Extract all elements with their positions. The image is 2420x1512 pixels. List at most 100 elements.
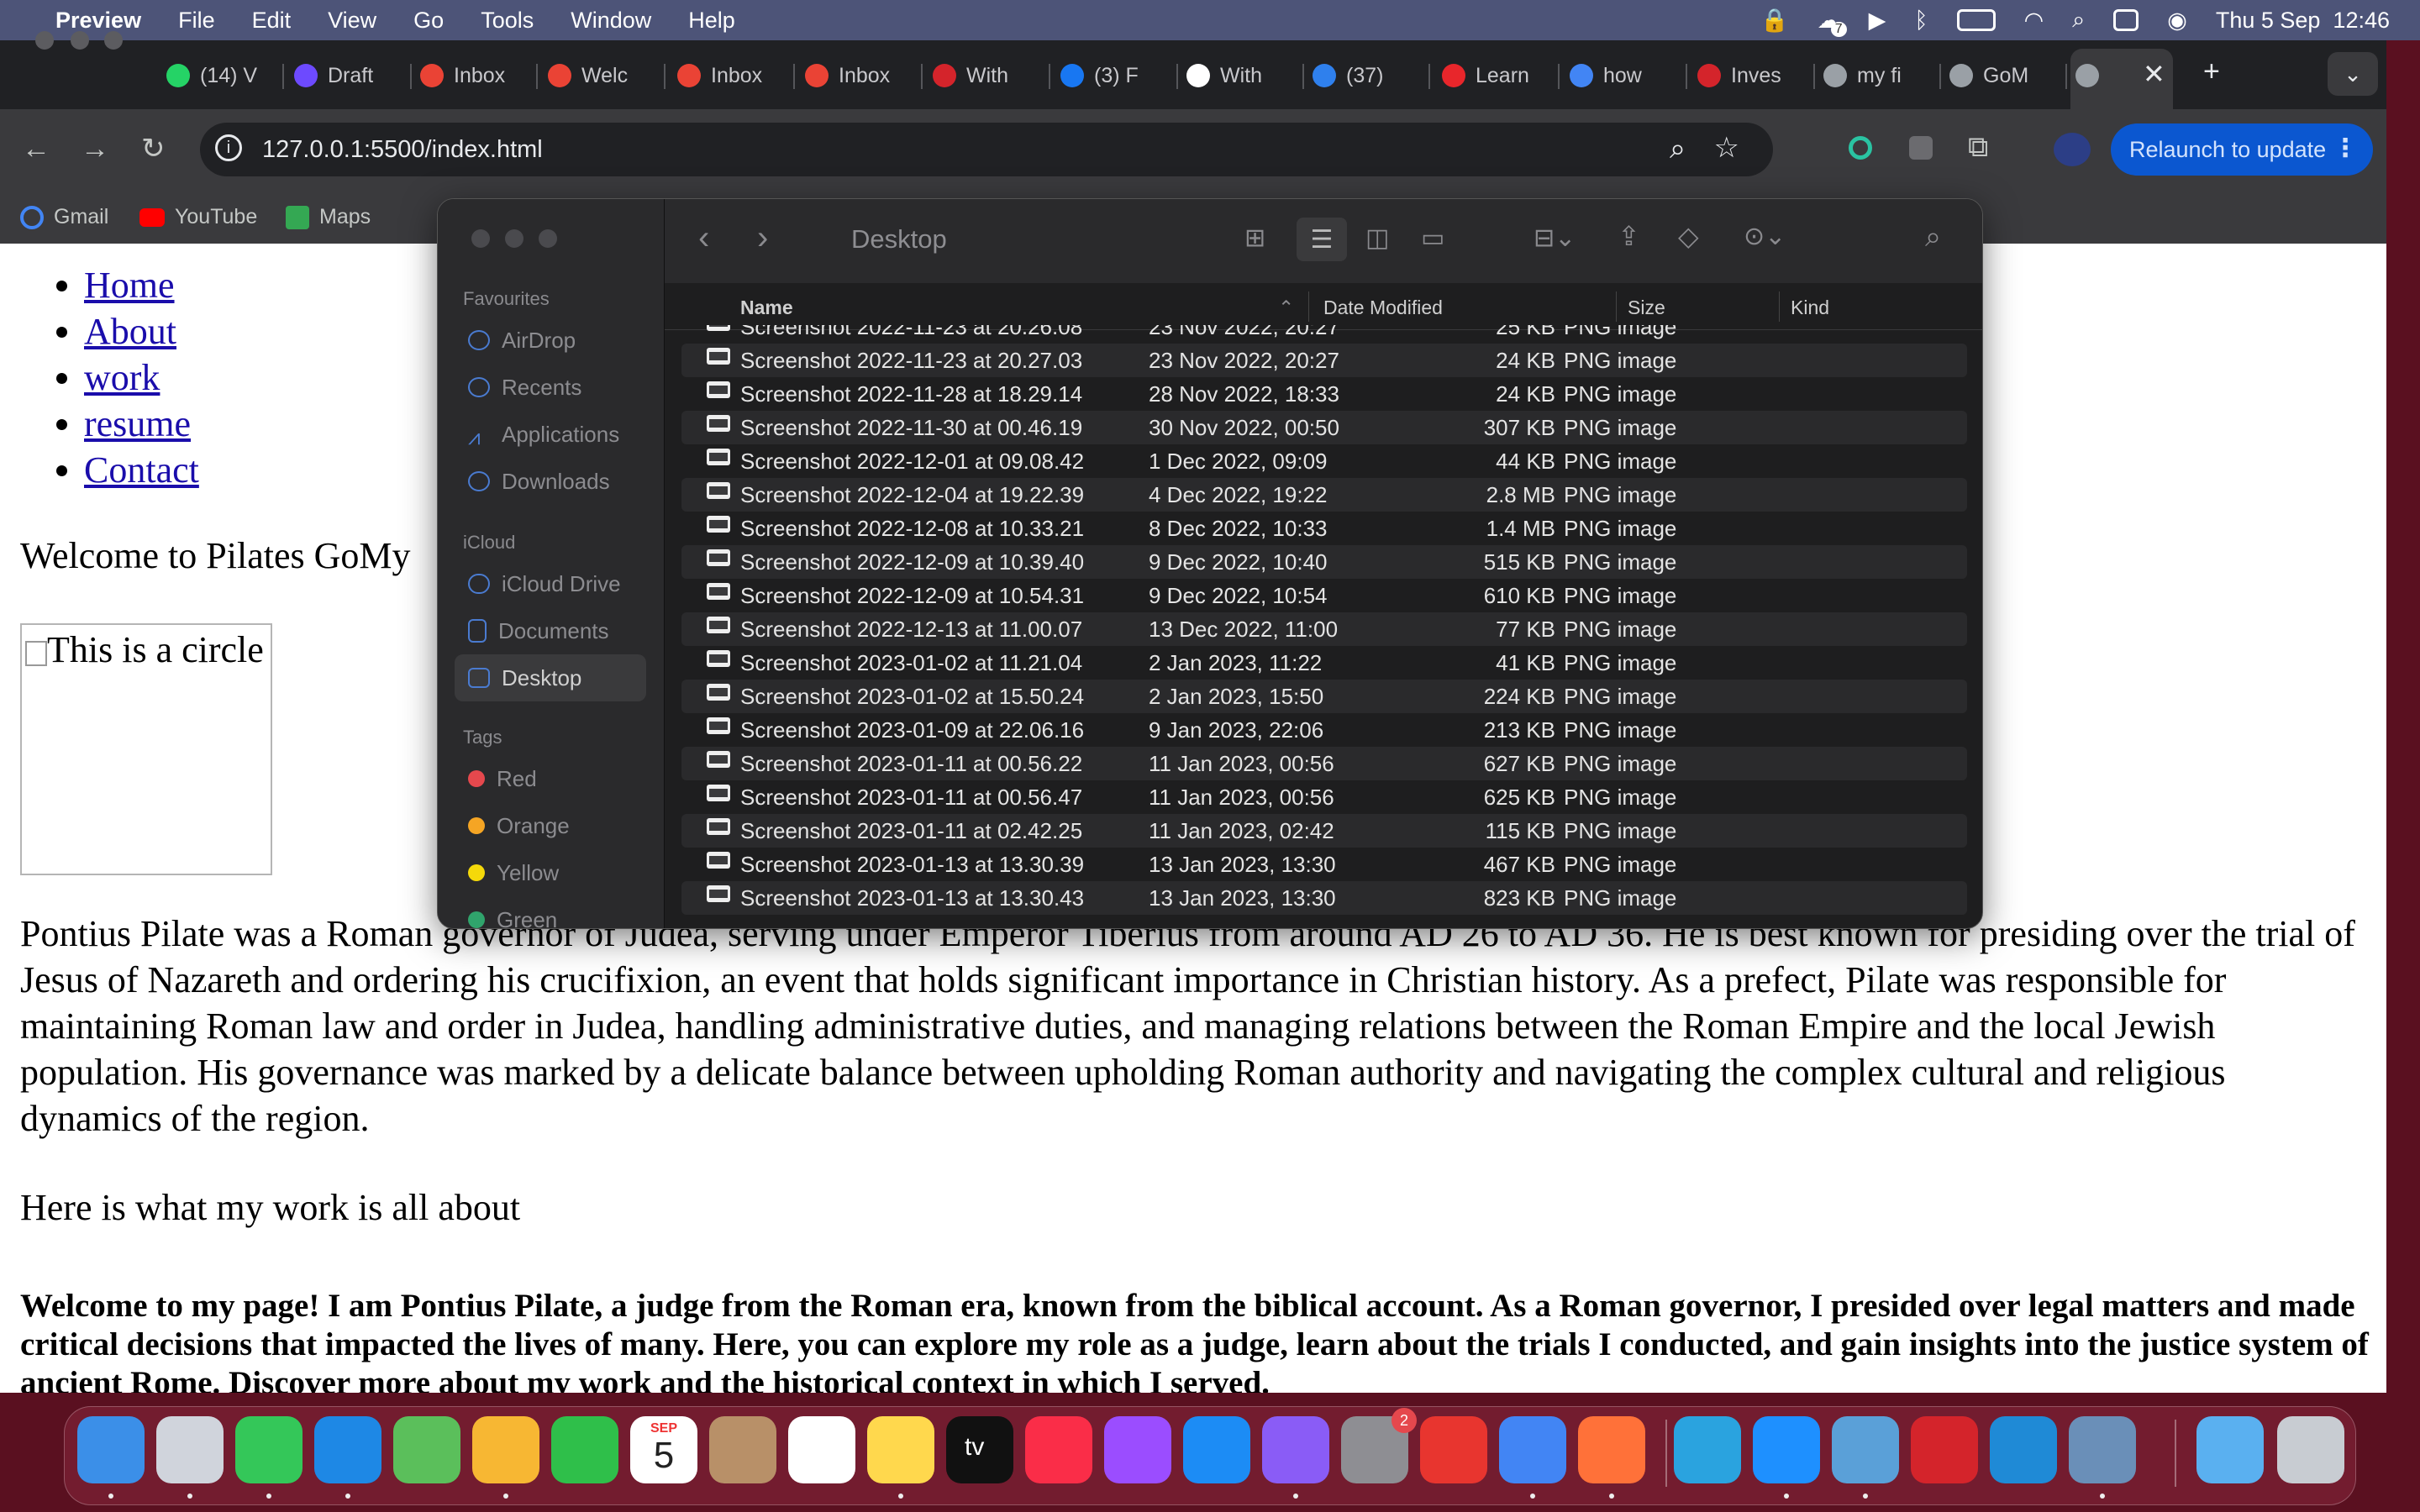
file-row[interactable]: Screenshot 2023-01-02 at 11.21.04 2 Jan 2…: [681, 646, 1967, 680]
wps-icon[interactable]: [1420, 1416, 1487, 1483]
calendar-icon[interactable]: SEP 5: [630, 1416, 697, 1483]
minimize-window-button[interactable]: [71, 31, 89, 50]
maps-icon[interactable]: [393, 1416, 460, 1483]
extensions-puzzle-icon[interactable]: ⧉: [1968, 133, 1988, 161]
finder-search-icon[interactable]: ⌕: [1925, 223, 1941, 251]
reminders-icon[interactable]: [788, 1416, 855, 1483]
sidebar-tag-red[interactable]: Red: [455, 755, 646, 802]
launchpad-icon[interactable]: [156, 1416, 224, 1483]
more-menu-icon[interactable]: ⋮: [2333, 134, 2358, 163]
column-divider[interactable]: [1779, 291, 1780, 322]
battery-icon[interactable]: [1956, 9, 1996, 31]
tab-6[interactable]: With: [933, 59, 1034, 92]
facetime-icon[interactable]: [551, 1416, 618, 1483]
finder-close-button[interactable]: [471, 229, 490, 248]
column-view-icon[interactable]: ◫: [1365, 226, 1389, 251]
chrome-icon[interactable]: [1499, 1416, 1566, 1483]
file-row[interactable]: Screenshot 2022-11-28 at 18.29.14 28 Nov …: [681, 377, 1967, 411]
file-row[interactable]: Screenshot 2022-12-09 at 10.54.31 9 Dec 2…: [681, 579, 1967, 612]
bookmark-star-icon[interactable]: ☆: [1714, 131, 1739, 165]
relaunch-update-button[interactable]: Relaunch to update ⋮: [2111, 123, 2373, 176]
finder-back-icon[interactable]: ‹: [698, 221, 709, 255]
preview-icon[interactable]: [2069, 1416, 2136, 1483]
bluetooth-icon[interactable]: ᛒ: [1914, 8, 1928, 34]
column-date-modified[interactable]: Date Modified: [1323, 297, 1443, 319]
tab-0[interactable]: (14) V: [166, 59, 267, 92]
music-icon[interactable]: [1025, 1416, 1092, 1483]
app-name-menu[interactable]: Preview: [37, 8, 160, 34]
messenger-icon[interactable]: [1262, 1416, 1329, 1483]
file-row[interactable]: Screenshot 2023-01-13 at 13.30.39 13 Jan …: [681, 848, 1967, 881]
cloud-icon[interactable]: ☁ 7: [1818, 8, 1847, 37]
sidebar-item-downloads[interactable]: Downloads: [455, 458, 646, 505]
search-icon[interactable]: ⌕: [2072, 7, 2085, 34]
file-row[interactable]: Screenshot 2023-01-11 at 00.56.47 11 Jan …: [681, 780, 1967, 814]
gallery-view-icon[interactable]: ▭: [1421, 226, 1444, 251]
trash-icon[interactable]: [2277, 1416, 2344, 1483]
finder-forward-icon[interactable]: ›: [757, 221, 768, 255]
bookmark-gmail[interactable]: Gmail: [20, 205, 108, 229]
tab-9[interactable]: (37): [1313, 59, 1413, 92]
tab-15[interactable]: (: [2075, 59, 2109, 92]
mail-icon[interactable]: [314, 1416, 381, 1483]
contacts-icon[interactable]: [709, 1416, 776, 1483]
vscode-icon[interactable]: [1990, 1416, 2057, 1483]
share-icon[interactable]: ⇪: [1618, 223, 1640, 249]
file-row[interactable]: Screenshot 2022-11-30 at 00.46.19 30 Nov …: [681, 411, 1967, 444]
site-info-icon[interactable]: i: [215, 134, 242, 161]
menu-window[interactable]: Window: [552, 8, 670, 34]
nav-link-about[interactable]: About: [84, 311, 176, 352]
forward-icon[interactable]: →: [81, 134, 109, 163]
profile-avatar[interactable]: [2054, 133, 2091, 166]
reload-icon[interactable]: ↻: [141, 134, 166, 163]
sidebar-item-airdrop[interactable]: AirDrop: [455, 317, 646, 364]
finder-icon[interactable]: [77, 1416, 145, 1483]
sidebar-tag-orange[interactable]: Orange: [455, 802, 646, 849]
tab-12[interactable]: Inves: [1697, 59, 1798, 92]
back-icon[interactable]: ←: [22, 134, 50, 163]
tag-icon[interactable]: ◇: [1678, 223, 1699, 249]
file-row[interactable]: Screenshot 2022-11-23 at 20.26.08 23 Nov …: [681, 325, 1967, 344]
tab-search-chevron-icon[interactable]: ⌄: [2328, 52, 2378, 96]
file-row[interactable]: Screenshot 2022-12-13 at 11.00.07 13 Dec …: [681, 612, 1967, 646]
icon-view-icon[interactable]: ⊞: [1244, 226, 1265, 251]
tab-14[interactable]: GoM: [1949, 59, 2050, 92]
file-row[interactable]: Screenshot 2023-01-09 at 22.06.16 9 Jan 2…: [681, 713, 1967, 747]
sort-chevron-icon[interactable]: ⌃: [1278, 297, 1294, 319]
photos-icon[interactable]: [472, 1416, 539, 1483]
tab-10[interactable]: Learn: [1442, 59, 1543, 92]
url-text[interactable]: 127.0.0.1:5500/index.html: [262, 136, 543, 164]
extension-lock-icon[interactable]: [1909, 136, 1933, 160]
address-bar[interactable]: i 127.0.0.1:5500/index.html ⌕ ☆: [200, 123, 1773, 176]
zoom-window-button[interactable]: [104, 31, 123, 50]
tab-5[interactable]: Inbox: [805, 59, 906, 92]
messages-icon[interactable]: [235, 1416, 302, 1483]
tab-13[interactable]: my fi: [1823, 59, 1924, 92]
file-row[interactable]: Screenshot 2022-12-09 at 10.39.40 9 Dec 2…: [681, 545, 1967, 579]
tab-7[interactable]: (3) F: [1060, 59, 1161, 92]
tab-11[interactable]: how: [1570, 59, 1670, 92]
close-tab-icon[interactable]: ✕: [2143, 60, 2165, 87]
sidebar-item-recents[interactable]: Recents: [455, 364, 646, 411]
nav-link-work[interactable]: work: [84, 357, 160, 398]
nav-link-home[interactable]: Home: [84, 265, 175, 306]
close-window-button[interactable]: [35, 31, 54, 50]
file-row[interactable]: Screenshot 2023-01-13 at 13.30.43 13 Jan …: [681, 881, 1967, 915]
file-row[interactable]: Screenshot 2023-01-02 at 15.50.24 2 Jan 2…: [681, 680, 1967, 713]
finder-zoom-button[interactable]: [539, 229, 557, 248]
file-row[interactable]: Screenshot 2023-01-11 at 02.42.25 11 Jan …: [681, 814, 1967, 848]
sidebar-item-applications[interactable]: ⩘ Applications: [455, 411, 646, 458]
play-icon[interactable]: ▶: [1869, 8, 1886, 34]
column-kind[interactable]: Kind: [1791, 297, 1829, 319]
file-row[interactable]: Screenshot 2022-12-08 at 10.33.21 8 Dec 2…: [681, 512, 1967, 545]
more-actions-icon[interactable]: ⊙⌄: [1744, 224, 1786, 249]
column-size[interactable]: Size: [1628, 297, 1665, 319]
column-divider[interactable]: [1308, 291, 1309, 322]
sidebar-item-desktop[interactable]: Desktop: [455, 654, 646, 701]
sidebar-item-icloud-drive[interactable]: iCloud Drive: [455, 560, 646, 607]
tab-8[interactable]: With: [1186, 59, 1287, 92]
column-divider[interactable]: [1616, 291, 1617, 322]
menu-file[interactable]: File: [160, 8, 234, 34]
sidebar-tag-green[interactable]: Green: [455, 896, 646, 928]
bookmark-youtube[interactable]: YouTube: [139, 205, 257, 229]
